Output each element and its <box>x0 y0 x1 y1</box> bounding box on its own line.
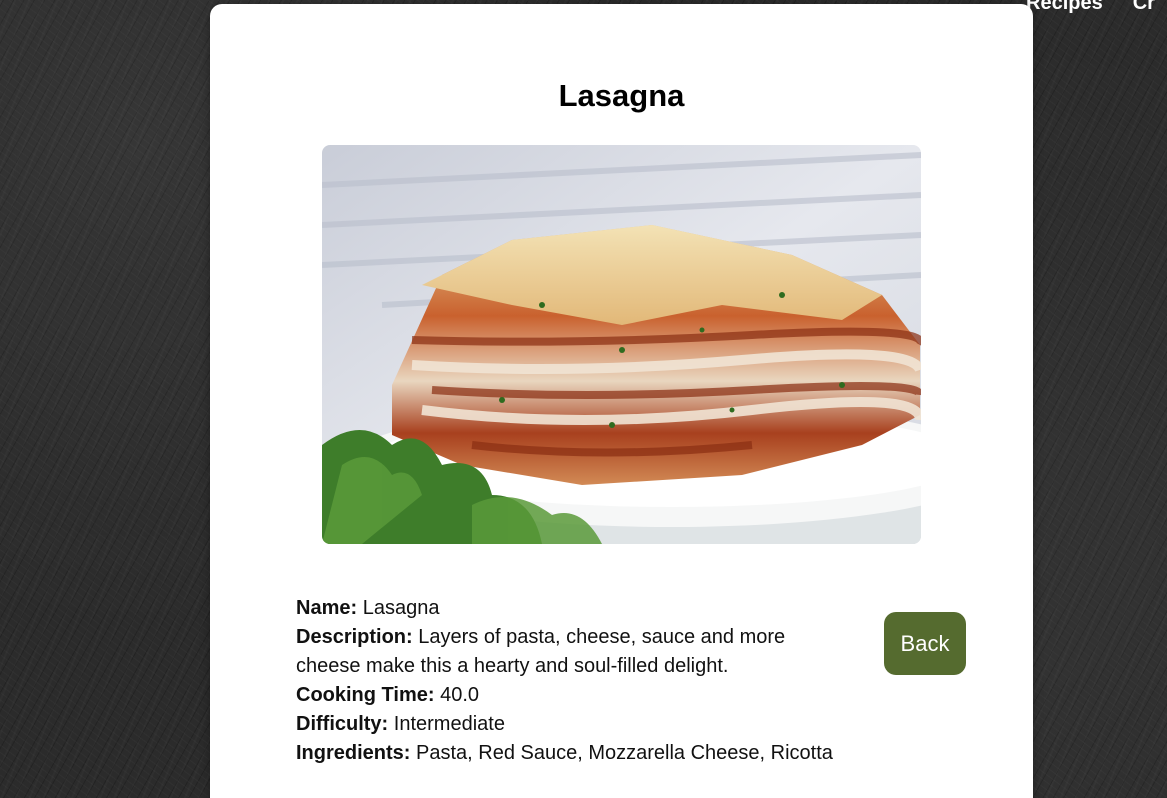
back-button[interactable]: Back <box>884 612 966 675</box>
detail-description: Description: Layers of pasta, cheese, sa… <box>296 623 836 681</box>
cooking-time-label: Cooking Time: <box>296 684 435 706</box>
description-label: Description: <box>296 626 413 648</box>
recipe-details: Name: Lasagna Description: Layers of pas… <box>296 594 836 768</box>
detail-ingredients: Ingredients: Pasta, Red Sauce, Mozzarell… <box>296 739 836 768</box>
detail-name: Name: Lasagna <box>296 594 836 623</box>
cooking-time-value: 40.0 <box>440 684 480 706</box>
ingredients-value: Pasta, Red Sauce, Mozzarella Cheese, Ric… <box>416 742 833 764</box>
name-value: Lasagna <box>362 597 440 619</box>
name-label: Name: <box>296 597 358 619</box>
top-nav: Recipes Cr <box>1026 0 1155 15</box>
recipe-title: Lasagna <box>558 78 685 113</box>
difficulty-value: Intermediate <box>393 713 505 735</box>
nav-link-recipes[interactable]: Recipes <box>1026 0 1103 15</box>
detail-difficulty: Difficulty: Intermediate <box>296 710 836 739</box>
recipe-image <box>322 145 921 544</box>
difficulty-label: Difficulty: <box>296 713 389 735</box>
ingredients-label: Ingredients: <box>296 742 411 764</box>
detail-cooking-time: Cooking Time: 40.0 <box>296 681 836 710</box>
recipe-card: Lasagna Name: Lasagna Description: Layer… <box>210 4 1033 798</box>
nav-link-create[interactable]: Cr <box>1133 0 1155 15</box>
